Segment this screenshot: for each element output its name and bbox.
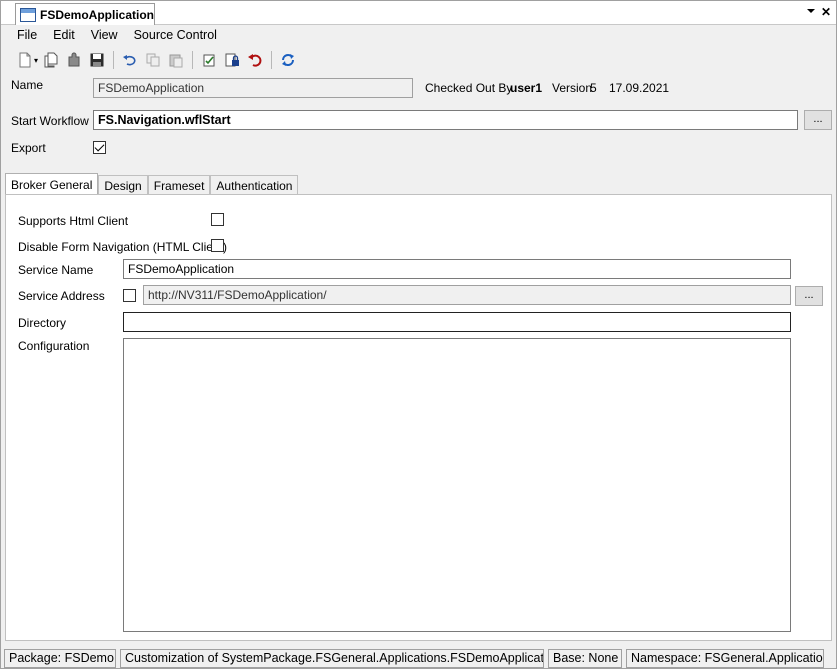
disable-form-navigation-checkbox[interactable] <box>211 239 224 252</box>
checked-out-by-label: Checked Out By <box>425 81 513 95</box>
menu-bar: File Edit View Source Control <box>1 25 836 45</box>
plugin-icon[interactable] <box>64 50 84 70</box>
status-customization: Customization of SystemPackage.FSGeneral… <box>120 648 544 668</box>
save-icon[interactable] <box>87 50 107 70</box>
checked-out-by-value: user1 <box>510 81 543 95</box>
directory-field[interactable] <box>123 312 791 332</box>
status-package: Package: FSDemo <box>4 648 116 668</box>
tab-design[interactable]: Design <box>98 175 148 195</box>
service-name-label: Service Name <box>18 263 94 277</box>
service-name-field[interactable]: FSDemoApplication <box>123 259 791 279</box>
export-label: Export <box>11 141 46 155</box>
name-field[interactable]: FSDemoApplication <box>93 78 413 98</box>
menu-file[interactable]: File <box>9 28 45 42</box>
tab-bar: Broker General Design Frameset Authentic… <box>5 173 299 195</box>
copy-document-icon[interactable] <box>41 50 61 70</box>
document-tab-strip: FSDemoApplication ✕ <box>1 1 836 25</box>
configuration-label: Configuration <box>18 339 90 353</box>
toolbar-separator <box>271 51 273 69</box>
service-address-field[interactable]: http://NV311/FSDemoApplication/ <box>143 285 791 305</box>
close-icon[interactable]: ✕ <box>819 5 833 19</box>
tab-broker-general[interactable]: Broker General <box>5 173 99 195</box>
start-workflow-field[interactable]: FS.Navigation.wflStart <box>93 110 798 130</box>
supports-html-client-checkbox[interactable] <box>211 213 224 226</box>
toolbar-separator <box>113 51 115 69</box>
disable-form-navigation-label: Disable Form Navigation (HTML Client) <box>18 240 227 254</box>
export-checkbox[interactable] <box>93 141 106 154</box>
new-dropdown-icon[interactable]: ▾ <box>34 56 38 65</box>
undo-icon[interactable] <box>120 50 140 70</box>
document-tab[interactable]: FSDemoApplication <box>15 3 155 25</box>
document-tab-title: FSDemoApplication <box>39 7 154 22</box>
new-icon[interactable] <box>15 50 35 70</box>
application-icon <box>20 7 36 22</box>
menu-edit[interactable]: Edit <box>45 28 83 42</box>
paste-icon[interactable] <box>166 50 186 70</box>
service-address-label: Service Address <box>18 289 105 303</box>
configuration-textarea[interactable] <box>123 338 791 632</box>
start-workflow-label: Start Workflow <box>11 114 89 128</box>
menu-view[interactable]: View <box>83 28 126 42</box>
check-in-icon[interactable] <box>199 50 219 70</box>
service-address-checkbox[interactable] <box>123 289 136 302</box>
version-label: Version <box>552 81 593 95</box>
tab-frameset[interactable]: Frameset <box>147 175 211 195</box>
service-address-browse-button[interactable]: ... <box>795 286 823 306</box>
menu-source-control[interactable]: Source Control <box>126 28 225 42</box>
status-base: Base: None <box>548 648 622 668</box>
supports-html-client-label: Supports Html Client <box>18 214 129 228</box>
start-workflow-browse-button[interactable]: ... <box>804 110 832 130</box>
application-editor-window: FSDemoApplication ✕ File Edit View Sourc… <box>0 0 837 669</box>
tab-authentication[interactable]: Authentication <box>210 175 299 195</box>
name-label: Name <box>11 78 44 92</box>
refresh-icon[interactable] <box>278 50 298 70</box>
chevron-down-icon[interactable] <box>804 5 818 19</box>
directory-label: Directory <box>18 316 67 330</box>
undo-checkout-icon[interactable] <box>245 50 265 70</box>
status-namespace: Namespace: FSGeneral.Applications <box>626 648 824 668</box>
broker-general-page: Supports Html Client Disable Form Naviga… <box>5 194 832 641</box>
status-bar: Package: FSDemo Customization of SystemP… <box>1 647 836 669</box>
check-out-lock-icon[interactable] <box>222 50 242 70</box>
toolbar-separator <box>192 51 194 69</box>
copy-icon[interactable] <box>143 50 163 70</box>
toolbar: ▾ <box>1 47 836 73</box>
date-value: 17.09.2021 <box>609 81 670 95</box>
version-value: 5 <box>590 81 597 95</box>
